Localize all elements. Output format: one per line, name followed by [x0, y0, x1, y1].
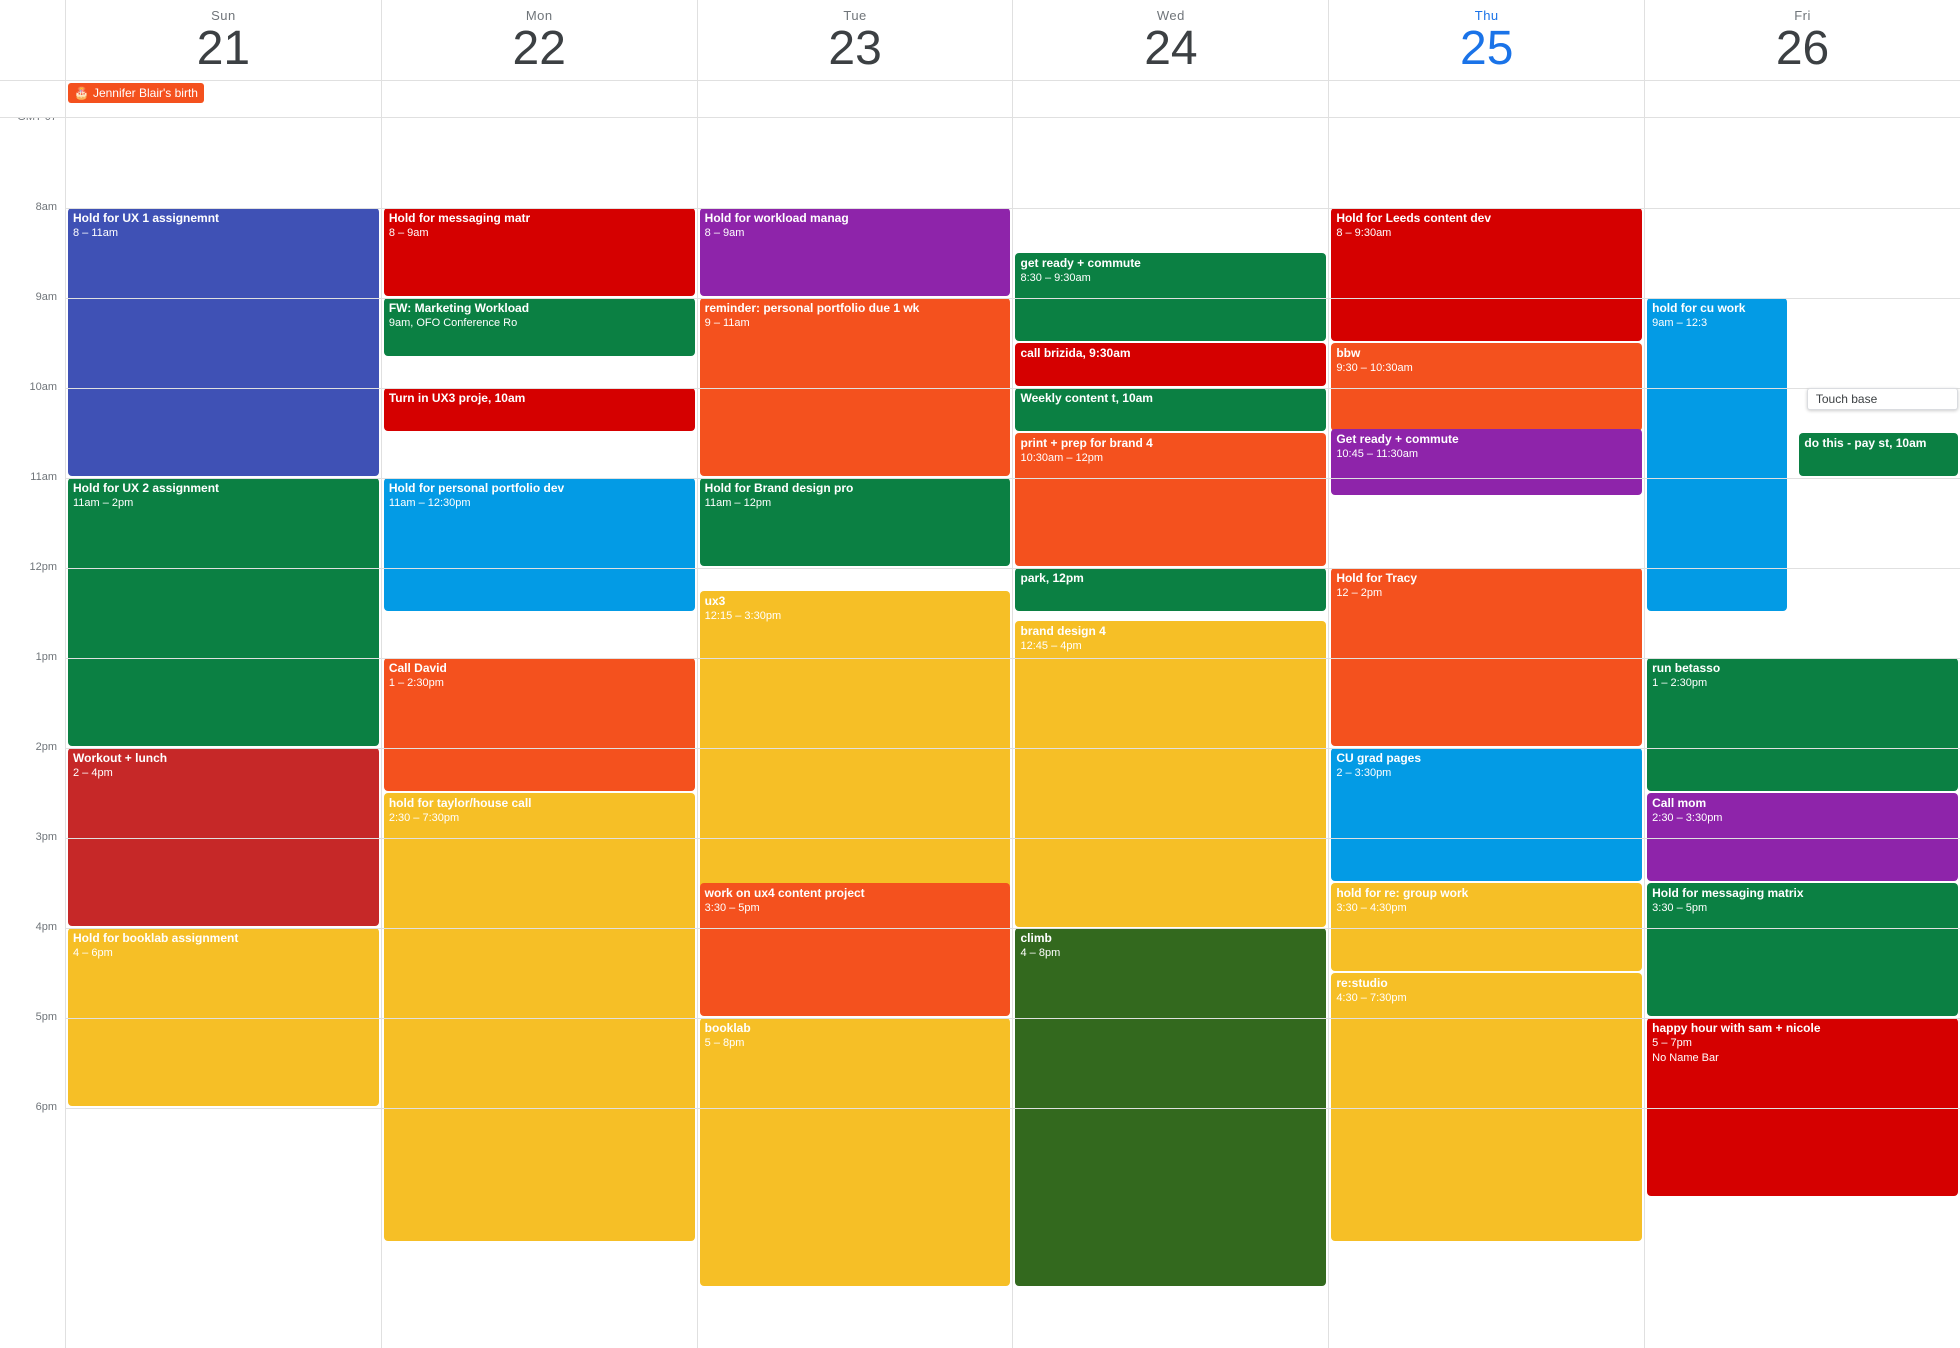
event-run-betasso[interactable]: run betasso 1 – 2:30pm: [1647, 658, 1958, 791]
day-name-sun: Sun: [66, 8, 381, 23]
day-column-tue: Hold for workload manag 8 – 9am reminder…: [697, 118, 1013, 1348]
day-name-thu: Thu: [1329, 8, 1644, 23]
event-brand-design[interactable]: Hold for Brand design pro 11am – 12pm: [700, 478, 1011, 566]
event-portfolio-dev[interactable]: Hold for personal portfolio dev 11am – 1…: [384, 478, 695, 611]
event-pay-st[interactable]: do this - pay st, 10am: [1799, 433, 1958, 476]
event-hold-messaging[interactable]: Hold for messaging matr 8 – 9am: [384, 208, 695, 296]
day-name-mon: Mon: [382, 8, 697, 23]
day-column-fri: hold for cu work 9am – 12:3 Touch base d…: [1644, 118, 1960, 1348]
event-cu-grad[interactable]: CU grad pages 2 – 3:30pm: [1331, 748, 1642, 881]
event-call-brizida[interactable]: call brizida, 9:30am: [1015, 343, 1326, 386]
day-number-mon: 22: [382, 23, 697, 76]
time-6pm: 6pm: [36, 1101, 57, 1113]
touch-base-label: Touch base: [1816, 392, 1877, 406]
day-column-thu: Hold for Leeds content dev 8 – 9:30am bb…: [1328, 118, 1644, 1348]
all-day-cell-wed: [1012, 81, 1328, 117]
time-9am: 9am: [36, 291, 57, 303]
time-3pm: 3pm: [36, 831, 57, 843]
all-day-cell-mon: [381, 81, 697, 117]
day-number-thu: 25: [1329, 23, 1644, 76]
birthday-event[interactable]: 🎂 Jennifer Blair's birth: [68, 83, 204, 103]
day-header-fri: Fri 26: [1644, 0, 1960, 80]
all-day-cell-fri: [1644, 81, 1960, 117]
time-12pm: 12pm: [29, 561, 57, 573]
time-2pm: 2pm: [36, 741, 57, 753]
event-ux4-content[interactable]: work on ux4 content project 3:30 – 5pm: [700, 883, 1011, 1016]
event-turn-ux3[interactable]: Turn in UX3 proje, 10am: [384, 388, 695, 431]
event-climb[interactable]: climb 4 – 8pm: [1015, 928, 1326, 1286]
event-group-work[interactable]: hold for re: group work 3:30 – 4:30pm: [1331, 883, 1642, 971]
all-day-row: 🎂 Jennifer Blair's birth: [0, 81, 1960, 118]
tz-label: GMT-07: [17, 118, 57, 123]
day-header-thu: Thu 25: [1328, 0, 1644, 80]
event-cu-work[interactable]: hold for cu work 9am – 12:3: [1647, 298, 1787, 611]
event-fw-marketing[interactable]: FW: Marketing Workload 9am, OFO Conferen…: [384, 298, 695, 356]
cake-icon: 🎂: [74, 86, 89, 100]
time-column: GMT-07 8am 9am 10am 11am 12pm 1pm 2pm 3p…: [0, 118, 65, 1348]
event-call-david[interactable]: Call David 1 – 2:30pm: [384, 658, 695, 791]
event-portfolio-reminder[interactable]: reminder: personal portfolio due 1 wk 9 …: [700, 298, 1011, 476]
event-hold-ux2[interactable]: Hold for UX 2 assignment 11am – 2pm: [68, 478, 379, 746]
event-taylor-house[interactable]: hold for taylor/house call 2:30 – 7:30pm: [384, 793, 695, 1241]
day-header-mon: Mon 22: [381, 0, 697, 80]
event-leeds-content[interactable]: Hold for Leeds content dev 8 – 9:30am: [1331, 208, 1642, 341]
event-print-prep[interactable]: print + prep for brand 4 10:30am – 12pm: [1015, 433, 1326, 566]
calendar-container: Sun 21 Mon 22 Tue 23 Wed 24 Thu 25 Fri 2…: [0, 0, 1960, 1348]
day-column-wed: get ready + commute 8:30 – 9:30am call b…: [1012, 118, 1328, 1348]
event-booklab-tue[interactable]: booklab 5 – 8pm: [700, 1018, 1011, 1286]
day-number-tue: 23: [698, 23, 1013, 76]
time-5pm: 5pm: [36, 1011, 57, 1023]
day-column-sun: Hold for UX 1 assignemnt 8 – 11am Hold f…: [65, 118, 381, 1348]
day-name-fri: Fri: [1645, 8, 1960, 23]
event-park[interactable]: park, 12pm: [1015, 568, 1326, 611]
event-bbw[interactable]: bbw 9:30 – 10:30am: [1331, 343, 1642, 431]
all-day-cell-sun: 🎂 Jennifer Blair's birth: [65, 81, 381, 117]
event-workout-lunch[interactable]: Workout + lunch 2 – 4pm: [68, 748, 379, 926]
all-day-cell-thu: [1328, 81, 1644, 117]
time-gutter-header: [0, 0, 65, 80]
event-workload-manag[interactable]: Hold for workload manag 8 – 9am: [700, 208, 1011, 296]
day-number-wed: 24: [1013, 23, 1328, 76]
event-weekly-content[interactable]: Weekly content t, 10am: [1015, 388, 1326, 431]
day-header-tue: Tue 23: [697, 0, 1013, 80]
event-commute-thu[interactable]: Get ready + commute 10:45 – 11:30am: [1331, 429, 1642, 495]
time-10am: 10am: [29, 381, 57, 393]
event-hold-ux1[interactable]: Hold for UX 1 assignemnt 8 – 11am: [68, 208, 379, 476]
event-commute-wed[interactable]: get ready + commute 8:30 – 9:30am: [1015, 253, 1326, 341]
grid-area: GMT-07 8am 9am 10am 11am 12pm 1pm 2pm 3p…: [0, 118, 1960, 1348]
event-brand-design-4[interactable]: brand design 4 12:45 – 4pm: [1015, 621, 1326, 927]
event-restudio[interactable]: re:studio 4:30 – 7:30pm: [1331, 973, 1642, 1241]
time-1pm: 1pm: [36, 651, 57, 663]
day-header-wed: Wed 24: [1012, 0, 1328, 80]
header-row: Sun 21 Mon 22 Tue 23 Wed 24 Thu 25 Fri 2…: [0, 0, 1960, 81]
day-header-sun: Sun 21: [65, 0, 381, 80]
all-day-cell-tue: [697, 81, 1013, 117]
day-number-sun: 21: [66, 23, 381, 76]
event-hold-tracy[interactable]: Hold for Tracy 12 – 2pm: [1331, 568, 1642, 746]
time-4pm: 4pm: [36, 921, 57, 933]
day-name-wed: Wed: [1013, 8, 1328, 23]
event-messaging-matrix[interactable]: Hold for messaging matrix 3:30 – 5pm: [1647, 883, 1958, 1016]
time-11am: 11am: [30, 471, 57, 483]
birthday-label: Jennifer Blair's birth: [93, 86, 198, 100]
time-8am: 8am: [36, 201, 57, 213]
day-column-mon: Hold for messaging matr 8 – 9am FW: Mark…: [381, 118, 697, 1348]
days-grid: Hold for UX 1 assignemnt 8 – 11am Hold f…: [65, 118, 1960, 1348]
day-name-tue: Tue: [698, 8, 1013, 23]
touch-base-event[interactable]: Touch base: [1807, 388, 1958, 410]
event-call-mom[interactable]: Call mom 2:30 – 3:30pm: [1647, 793, 1958, 881]
day-number-fri: 26: [1645, 23, 1960, 76]
event-happy-hour[interactable]: happy hour with sam + nicole 5 – 7pm No …: [1647, 1018, 1958, 1196]
event-booklab[interactable]: Hold for booklab assignment 4 – 6pm: [68, 928, 379, 1106]
event-ux3[interactable]: ux3 12:15 – 3:30pm: [700, 591, 1011, 889]
